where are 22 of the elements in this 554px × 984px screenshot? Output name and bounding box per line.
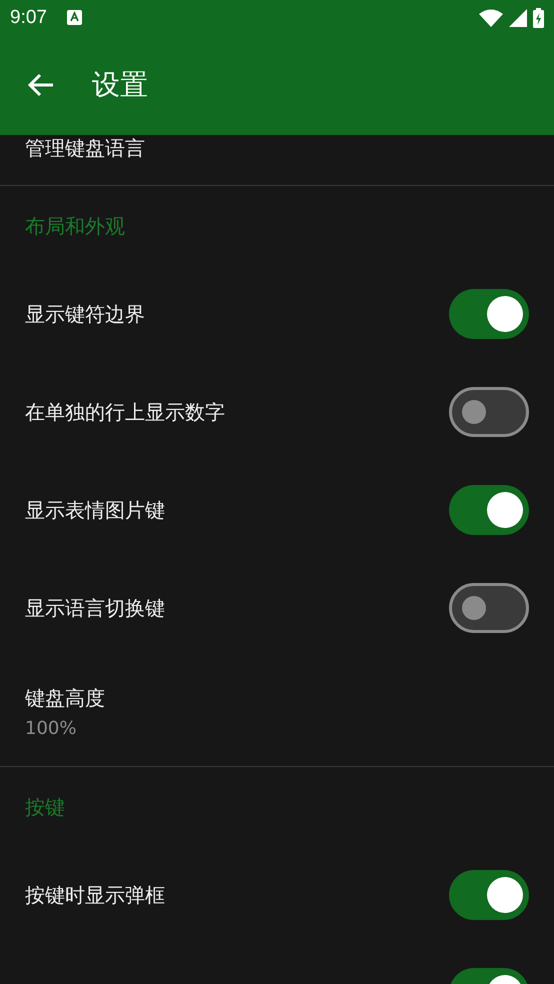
setting-title: 按键时显示弹框	[25, 882, 165, 908]
setting-title: 显示键符边界	[25, 300, 145, 328]
keyboard-notification-icon	[66, 10, 82, 25]
wifi-icon	[479, 8, 503, 26]
toggle-switch[interactable]	[449, 387, 529, 437]
setting-title: 显示语言切换键	[25, 594, 165, 622]
setting-title: 显示表情图片键	[25, 496, 165, 524]
toggle-switch[interactable]	[449, 870, 529, 920]
screen-title: 设置	[92, 67, 148, 103]
back-arrow-icon[interactable]	[28, 73, 54, 97]
toggle-switch[interactable]	[449, 583, 529, 633]
toggle-switch[interactable]	[449, 289, 529, 339]
battery-icon	[533, 8, 544, 28]
setting-title: 键盘高度	[25, 684, 105, 712]
status-time: 9:07	[10, 6, 47, 28]
setting-title: 管理键盘语言	[25, 135, 145, 162]
toggle-switch[interactable]	[449, 485, 529, 535]
setting-summary: 100%	[25, 718, 78, 738]
section-header: 布局和外观	[24, 213, 126, 240]
setting-title: 在单独的行上显示数字	[25, 398, 225, 426]
section-header: 按键	[24, 794, 66, 821]
signal-icon	[509, 8, 527, 26]
